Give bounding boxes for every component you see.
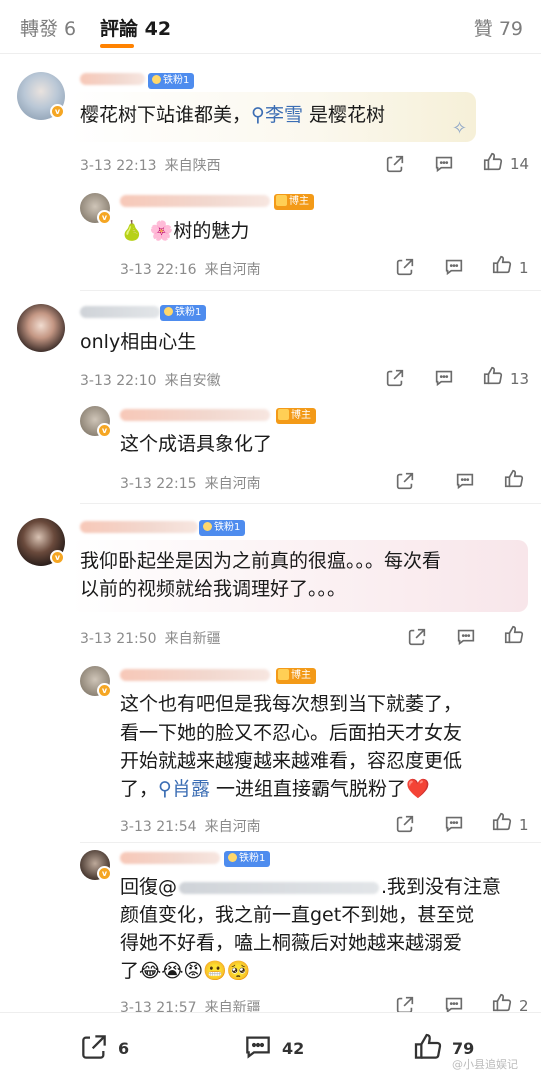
reply-text-line: 这个也有吧但是我每次想到当下就萎了， xyxy=(120,693,463,715)
verified-badge: v xyxy=(50,550,65,565)
reply-icon[interactable] xyxy=(455,626,477,648)
verified-badge: v xyxy=(50,104,65,119)
tab-likes[interactable]: 贊 79 xyxy=(474,14,523,41)
iron-fan-badge: 铁粉1 xyxy=(160,305,207,321)
share-icon[interactable] xyxy=(406,626,428,648)
like-count: 14 xyxy=(510,155,530,173)
iron-fan-badge: 铁粉1 xyxy=(199,520,246,536)
verified-badge: v xyxy=(97,866,112,881)
active-tab-indicator xyxy=(100,44,134,48)
mention-link[interactable]: ⚲李雪 xyxy=(251,104,303,126)
mention-link[interactable]: ⚲肖露 xyxy=(158,778,210,800)
fan-icon xyxy=(203,522,212,531)
tab-comments[interactable]: 評論 42 xyxy=(100,14,171,41)
reply-text-line: 回復@ .我到没有注意 xyxy=(120,876,502,898)
reply-text-line: 看一下她的脸又不忍心。后面拍天才女友 xyxy=(120,722,463,744)
comment-meta: 3-13 22:13 来自陕西 xyxy=(80,158,221,174)
share-icon[interactable] xyxy=(384,153,406,175)
reply-meta: 3-13 22:15 来自河南 xyxy=(120,476,261,492)
username-blurred[interactable] xyxy=(80,306,160,318)
repost-button[interactable]: 6 xyxy=(78,1031,129,1063)
tab-bar: 轉發 6 評論 42 贊 79 xyxy=(0,0,541,54)
username-blurred[interactable] xyxy=(120,852,220,864)
comment-text: 樱花树下站谁都美，⚲李雪 是樱花树 xyxy=(80,104,385,126)
like-icon xyxy=(414,1033,442,1059)
blogger-badge: 博主 xyxy=(276,668,316,684)
verified-badge: v xyxy=(97,683,112,698)
comment-text-line: 我仰卧起坐是因为之前真的很瘟。。。每次看 xyxy=(80,550,442,572)
crown-icon xyxy=(276,195,287,206)
comment-button[interactable]: 42 xyxy=(242,1031,304,1063)
search-icon: ⚲ xyxy=(251,104,265,126)
reply-text-line: 了😂😭😡😬🥺 xyxy=(120,960,251,982)
repost-icon xyxy=(82,1035,106,1059)
reply-meta: 3-13 22:16 来自河南 xyxy=(120,262,261,278)
like-button[interactable]: 79 xyxy=(412,1031,474,1063)
reply-text-line: 了，⚲肖露 一进组直接霸气脱粉了❤️ xyxy=(120,778,430,800)
comment-count: 42 xyxy=(282,1039,305,1058)
divider xyxy=(80,503,541,504)
username-blurred[interactable] xyxy=(80,521,198,533)
reply-text-line: 开始就越来越瘦越来越难看，容忍度更低 xyxy=(120,750,463,772)
share-icon[interactable] xyxy=(394,256,416,278)
search-icon: ⚲ xyxy=(158,778,172,800)
reply-text-line: 颜值变化，我之前一直get不到她，甚至觉 xyxy=(120,904,475,926)
reply-icon[interactable] xyxy=(433,153,455,175)
comment-icon xyxy=(246,1036,270,1059)
crown-icon xyxy=(278,669,289,680)
mention-blurred[interactable] xyxy=(179,881,380,894)
reply-icon[interactable] xyxy=(443,813,465,835)
like-icon[interactable] xyxy=(491,254,513,276)
repost-count: 6 xyxy=(118,1039,130,1058)
share-icon[interactable] xyxy=(394,470,416,492)
like-icon[interactable] xyxy=(491,992,513,1014)
reply-icon[interactable] xyxy=(433,367,455,389)
like-icon[interactable] xyxy=(482,365,504,387)
iron-fan-badge: 铁粉1 xyxy=(148,73,195,89)
comment-meta: 3-13 22:10 来自安徽 xyxy=(80,373,221,389)
verified-badge: v xyxy=(97,423,112,438)
like-icon[interactable] xyxy=(491,811,513,833)
like-icon[interactable] xyxy=(503,468,525,490)
fan-icon xyxy=(152,75,161,84)
iron-fan-badge: 铁粉1 xyxy=(224,851,271,867)
like-count: 1 xyxy=(519,259,529,277)
divider xyxy=(80,842,541,843)
reply-text: 这个成语具象化了 xyxy=(120,433,273,455)
comment-text: only相由心生 xyxy=(80,331,197,353)
fan-icon xyxy=(228,853,237,862)
reply-text: 🍐 🌸树的魅力 xyxy=(120,220,250,242)
avatar[interactable] xyxy=(17,304,65,352)
like-icon[interactable] xyxy=(503,624,525,646)
like-count: 1 xyxy=(519,816,529,834)
share-icon[interactable] xyxy=(384,367,406,389)
blogger-badge: 博主 xyxy=(274,194,314,210)
tab-reposts[interactable]: 轉發 6 xyxy=(20,14,76,41)
comment-text-line: 以前的视频就给我调理好了。。。 xyxy=(80,578,347,600)
reply-icon[interactable] xyxy=(443,256,465,278)
username-blurred[interactable] xyxy=(120,195,270,207)
watermark: @小县追娱记 xyxy=(452,1058,518,1071)
username-blurred[interactable] xyxy=(120,409,270,421)
fan-icon xyxy=(164,307,173,316)
username-blurred[interactable] xyxy=(120,669,270,681)
username-blurred[interactable] xyxy=(80,73,145,85)
reply-icon[interactable] xyxy=(454,470,476,492)
reply-text-line: 得她不好看，嗑上桐薇后对她越来越溺爱 xyxy=(120,932,463,954)
reply-meta: 3-13 21:54 来自河南 xyxy=(120,819,261,835)
crown-icon xyxy=(278,409,289,420)
comment-meta: 3-13 21:50 来自新疆 xyxy=(80,631,221,647)
share-icon[interactable] xyxy=(394,813,416,835)
like-count: 13 xyxy=(510,370,530,388)
sticker-icon: ✧ xyxy=(452,118,468,139)
verified-badge: v xyxy=(97,210,112,225)
like-icon[interactable] xyxy=(482,151,504,173)
divider xyxy=(80,290,541,291)
blogger-badge: 博主 xyxy=(276,408,316,424)
